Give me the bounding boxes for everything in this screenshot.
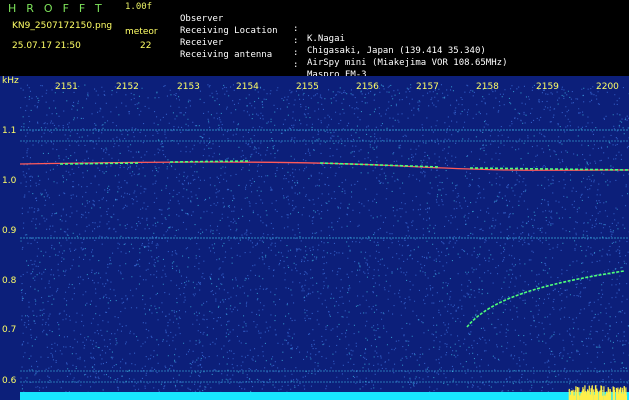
info-row-receiver: Receiver : AirSpy mini (Miakejima VOR 10… — [180, 28, 507, 68]
y-tick-label: 0.8 — [2, 276, 17, 286]
spectrogram-plot: kHz 1.1 1.0 0.9 0.8 0.7 0.6 2151 2152 21… — [0, 76, 629, 400]
info-sep: : — [293, 24, 299, 34]
info-value: K.Nagai — [307, 34, 345, 44]
x-tick-label: 2158 — [476, 82, 499, 92]
x-tick-label: 2152 — [116, 82, 139, 92]
info-row-observer: Observer : K.Nagai — [180, 4, 345, 44]
spectrogram-canvas — [20, 84, 629, 400]
info-key: Receiving antenna — [180, 50, 273, 60]
bottom-noise-band — [20, 392, 629, 400]
x-tick-label: 2156 — [356, 82, 379, 92]
x-tick-label: 2155 — [296, 82, 319, 92]
unit-label: kHz — [2, 76, 19, 86]
info-value: AirSpy mini (Miakejima VOR 108.65MHz) — [307, 58, 508, 68]
timestamp: 25.07.17 21:50 — [12, 41, 81, 51]
info-sep: : — [293, 48, 299, 58]
x-tick-label: 2200 — [596, 82, 619, 92]
y-tick-label: 0.7 — [2, 325, 17, 335]
header-panel: HROFFT 1.00f KN9_2507172150.png meteor 2… — [0, 0, 629, 80]
x-tick-label: 2159 — [536, 82, 559, 92]
y-tick-label: 0.9 — [2, 226, 17, 236]
info-sep: : — [293, 36, 299, 46]
x-tick-label: 2153 — [177, 82, 200, 92]
y-tick-label: 0.6 — [2, 376, 17, 386]
mode-label: meteor — [125, 27, 158, 37]
info-value: Chigasaki, Japan (139.414 35.340) — [307, 46, 486, 56]
app-version: 1.00f — [125, 2, 153, 12]
app-title: HROFFT — [8, 2, 112, 15]
info-row-location: Receiving Location : Chigasaki, Japan (1… — [180, 16, 486, 56]
info-row-antenna: Receiving antenna : Maspro FM-3 — [180, 40, 367, 80]
file-name: KN9_2507172150.png — [12, 21, 113, 31]
x-tick-label: 2154 — [236, 82, 259, 92]
info-sep: : — [293, 60, 299, 70]
count-value: 22 — [140, 41, 152, 51]
x-tick-label: 2151 — [55, 82, 78, 92]
x-tick-label: 2157 — [416, 82, 439, 92]
spectrogram-background — [20, 84, 629, 400]
y-tick-label: 1.0 — [2, 176, 17, 186]
y-tick-label: 1.1 — [2, 126, 17, 136]
